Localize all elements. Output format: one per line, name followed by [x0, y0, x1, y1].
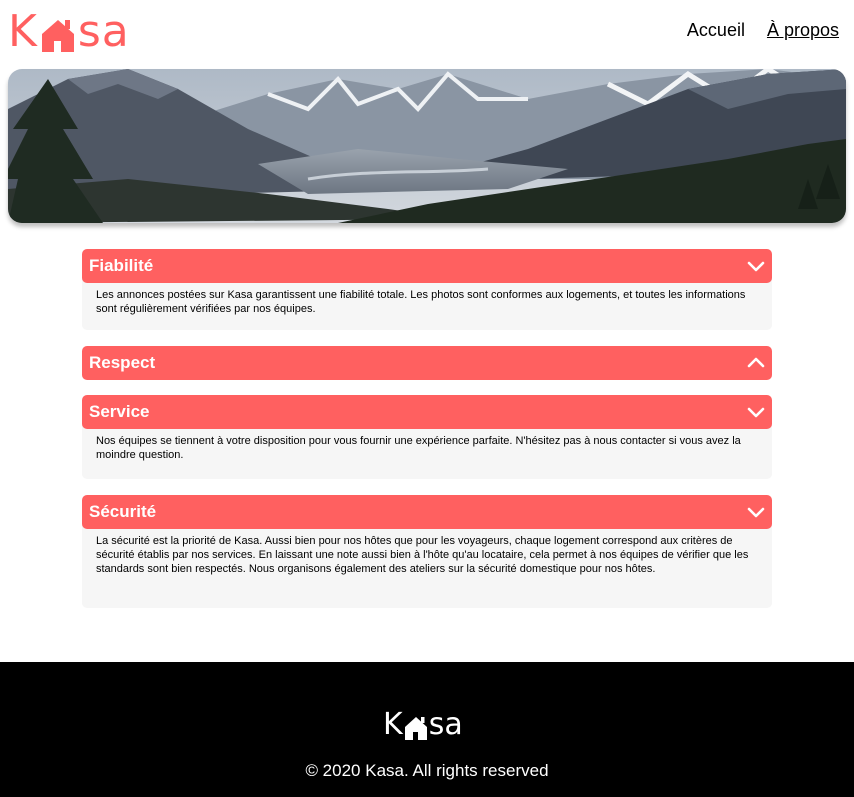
footer-copyright: © 2020 Kasa. All rights reserved [305, 761, 549, 780]
kasa-logo[interactable]: K sa [8, 4, 130, 56]
collapse-text: Nos équipes se tiennent à votre disposit… [96, 435, 741, 461]
collapse-title: Service [89, 402, 150, 421]
collapse-content: La sécurité est la priorité de Kasa. Aus… [82, 525, 772, 608]
chevron-up-icon[interactable] [747, 354, 765, 372]
site-header: K sa Accueil À propos [0, 0, 854, 64]
collapse-securite: Sécurité La sécurité est la priorité de … [82, 495, 772, 608]
collapse-fiabilite: Fiabilité Les annonces postées sur Kasa … [82, 249, 772, 330]
collapse-title: Sécurité [89, 502, 157, 521]
logo-letters-sa: sa [428, 707, 463, 742]
collapse-header-fiabilite[interactable]: Fiabilité [82, 249, 772, 283]
collapse-title: Fiabilité [89, 256, 154, 275]
collapse-text: Les annonces postées sur Kasa garantisse… [96, 289, 746, 315]
house-logo-icon [404, 717, 427, 740]
collapse-header-service[interactable]: Service [82, 395, 772, 429]
chevron-down-icon[interactable] [747, 403, 765, 421]
collapse-header-respect[interactable]: Respect [82, 346, 772, 380]
collapse-respect: Respect [82, 346, 772, 380]
mountain-landscape-image [8, 69, 846, 223]
logo-letter-k: K [383, 707, 403, 742]
chevron-down-icon[interactable] [747, 503, 765, 521]
about-collapses: Fiabilité Les annonces postées sur Kasa … [82, 249, 772, 624]
collapse-text: La sécurité est la priorité de Kasa. Aus… [96, 535, 749, 575]
nav-link-a-propos[interactable]: À propos [767, 20, 839, 41]
about-banner [8, 69, 846, 223]
nav-link-accueil[interactable]: Accueil [687, 20, 745, 41]
logo-letter-k: K [8, 6, 38, 57]
collapse-content: Nos équipes se tiennent à votre disposit… [82, 425, 772, 479]
house-logo-icon [41, 20, 74, 52]
main-nav: Accueil À propos [687, 20, 839, 41]
site-footer: K sa © 2020 Kasa. All rights reserved [0, 662, 854, 797]
collapse-service: Service Nos équipes se tiennent à votre … [82, 395, 772, 479]
collapse-content: Les annonces postées sur Kasa garantisse… [82, 279, 772, 330]
footer-kasa-logo: K sa [383, 702, 463, 742]
chevron-down-icon[interactable] [747, 257, 765, 275]
collapse-header-securite[interactable]: Sécurité [82, 495, 772, 529]
collapse-title: Respect [89, 353, 156, 372]
logo-letters-sa: sa [77, 6, 130, 57]
